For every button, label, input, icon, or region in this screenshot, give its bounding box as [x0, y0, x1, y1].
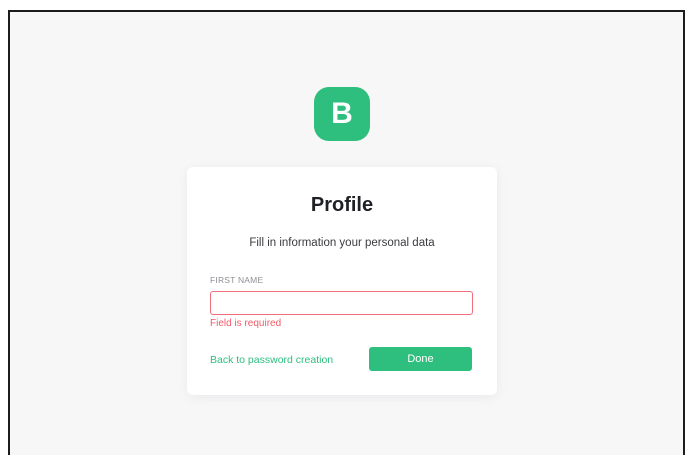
done-button[interactable]: Done [369, 347, 472, 371]
first-name-error: Field is required [210, 318, 282, 329]
first-name-input[interactable] [210, 291, 473, 315]
logo-letter: B [331, 97, 353, 130]
page-title: Profile [310, 194, 374, 216]
back-to-password-link[interactable]: Back to password creation [210, 354, 333, 366]
app-frame: B Profile Fill in information your perso… [8, 10, 685, 455]
first-name-label: FIRST NAME [210, 275, 264, 285]
page-subtitle: Fill in information your personal data [249, 237, 435, 249]
profile-card: Profile Fill in information your persona… [187, 167, 497, 395]
app-logo: B [314, 87, 370, 141]
